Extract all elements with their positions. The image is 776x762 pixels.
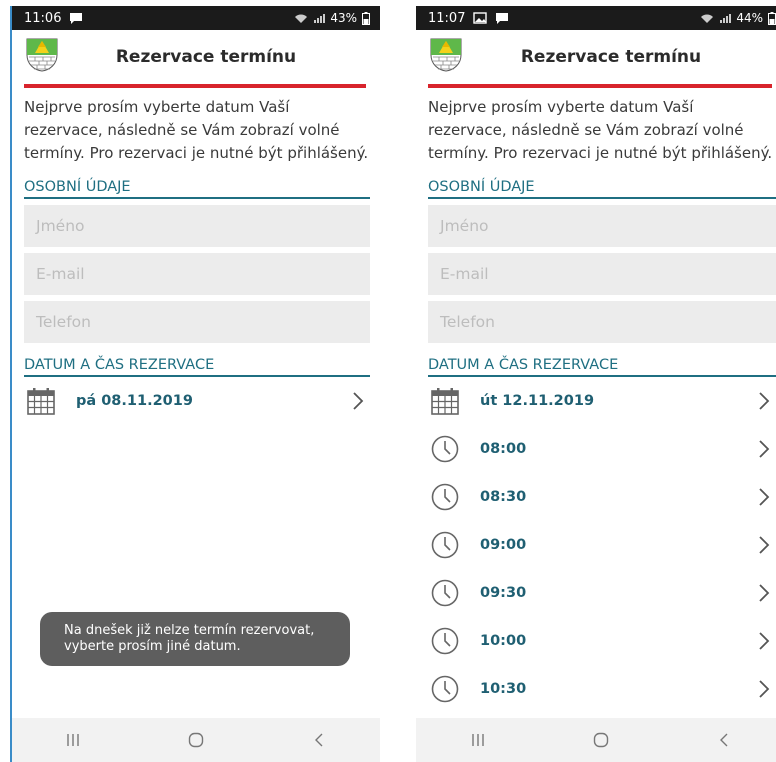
datetime-heading: DATUM A ČAS REZERVACE <box>428 357 776 377</box>
time-slot-row[interactable]: 08:00 <box>428 425 776 473</box>
clock-icon <box>430 578 460 608</box>
app-bar: Rezervace termínu <box>12 30 380 84</box>
chevron-right-icon <box>758 583 770 603</box>
date-row[interactable]: pá 08.11.2019 <box>24 377 370 425</box>
chevron-right-icon <box>758 631 770 651</box>
clock-icon <box>430 530 460 560</box>
date-row[interactable]: út 12.11.2019 <box>428 377 776 425</box>
intro-text: Nejprve prosím vyberte datum Vaší rezerv… <box>24 98 369 162</box>
signal-icon <box>313 13 326 24</box>
recent-apps-button[interactable] <box>458 725 498 755</box>
chat-icon <box>69 12 83 24</box>
time-slot-label: 09:00 <box>480 537 527 553</box>
phone-field[interactable]: Telefon <box>24 301 370 343</box>
clock-icon <box>430 674 460 704</box>
selected-date: pá 08.11.2019 <box>76 393 193 409</box>
clock-icon <box>430 434 460 464</box>
time-slot-row[interactable]: 10:00 <box>428 617 776 665</box>
name-field[interactable]: Jméno <box>24 205 370 247</box>
personal-data-heading: OSOBNÍ ÚDAJE <box>428 179 776 199</box>
personal-data-heading: OSOBNÍ ÚDAJE <box>24 179 370 199</box>
wifi-icon <box>700 13 714 24</box>
calendar-icon <box>26 386 56 416</box>
chevron-right-icon <box>758 439 770 459</box>
battery-icon <box>362 11 370 25</box>
email-field[interactable]: E-mail <box>428 253 776 295</box>
image-icon <box>473 12 488 24</box>
recent-apps-button[interactable] <box>53 725 93 755</box>
time-slot-row[interactable]: 09:00 <box>428 521 776 569</box>
chevron-right-icon <box>758 391 770 411</box>
home-button[interactable] <box>176 725 216 755</box>
chat-icon <box>495 12 509 24</box>
time-slot-row[interactable]: 10:30 <box>428 665 776 713</box>
intro-text: Nejprve prosím vyberte datum Vaší rezerv… <box>428 98 773 162</box>
app-bar: Rezervace termínu <box>416 30 776 84</box>
email-field[interactable]: E-mail <box>24 253 370 295</box>
home-button[interactable] <box>581 725 621 755</box>
town-crest-logo <box>26 38 58 72</box>
time-slot-label: 09:30 <box>480 585 527 601</box>
system-nav-bar <box>416 718 776 762</box>
status-bar: 11:07 44% <box>416 6 776 30</box>
datetime-heading: DATUM A ČAS REZERVACE <box>24 357 370 377</box>
left-phone-screen: 11:06 43% Rezervace termínu Nejprve pros… <box>10 6 380 762</box>
status-time: 11:07 <box>428 10 466 26</box>
status-bar: 11:06 43% <box>12 6 380 30</box>
name-field[interactable]: Jméno <box>428 205 776 247</box>
time-slot-label: 08:00 <box>480 441 527 457</box>
status-time: 11:06 <box>24 10 62 26</box>
signal-icon <box>719 13 732 24</box>
time-slot-label: 08:30 <box>480 489 527 505</box>
page-title: Rezervace termínu <box>115 47 297 67</box>
toast-message: Na dnešek již nelze termín rezervovat, v… <box>40 612 350 666</box>
battery-percent: 43% <box>330 11 357 25</box>
right-phone-screen: 11:07 44% Rezervace termínu Nejprve pros… <box>416 6 776 762</box>
back-button[interactable] <box>704 725 744 755</box>
chevron-right-icon <box>758 679 770 699</box>
time-slot-label: 10:30 <box>480 681 527 697</box>
time-slot-row[interactable]: 08:30 <box>428 473 776 521</box>
chevron-right-icon <box>352 391 364 411</box>
selected-date: út 12.11.2019 <box>480 393 595 409</box>
time-slot-label: 10:00 <box>480 633 527 649</box>
chevron-right-icon <box>758 487 770 507</box>
clock-icon <box>430 482 460 512</box>
town-crest-logo <box>430 38 462 72</box>
clock-icon <box>430 626 460 656</box>
battery-icon <box>768 11 776 25</box>
wifi-icon <box>294 13 308 24</box>
page-title: Rezervace termínu <box>520 47 702 67</box>
chevron-right-icon <box>758 535 770 555</box>
time-slot-row[interactable]: 09:30 <box>428 569 776 617</box>
battery-percent: 44% <box>736 11 763 25</box>
system-nav-bar <box>12 718 380 762</box>
phone-field[interactable]: Telefon <box>428 301 776 343</box>
calendar-icon <box>430 386 460 416</box>
back-button[interactable] <box>299 725 339 755</box>
